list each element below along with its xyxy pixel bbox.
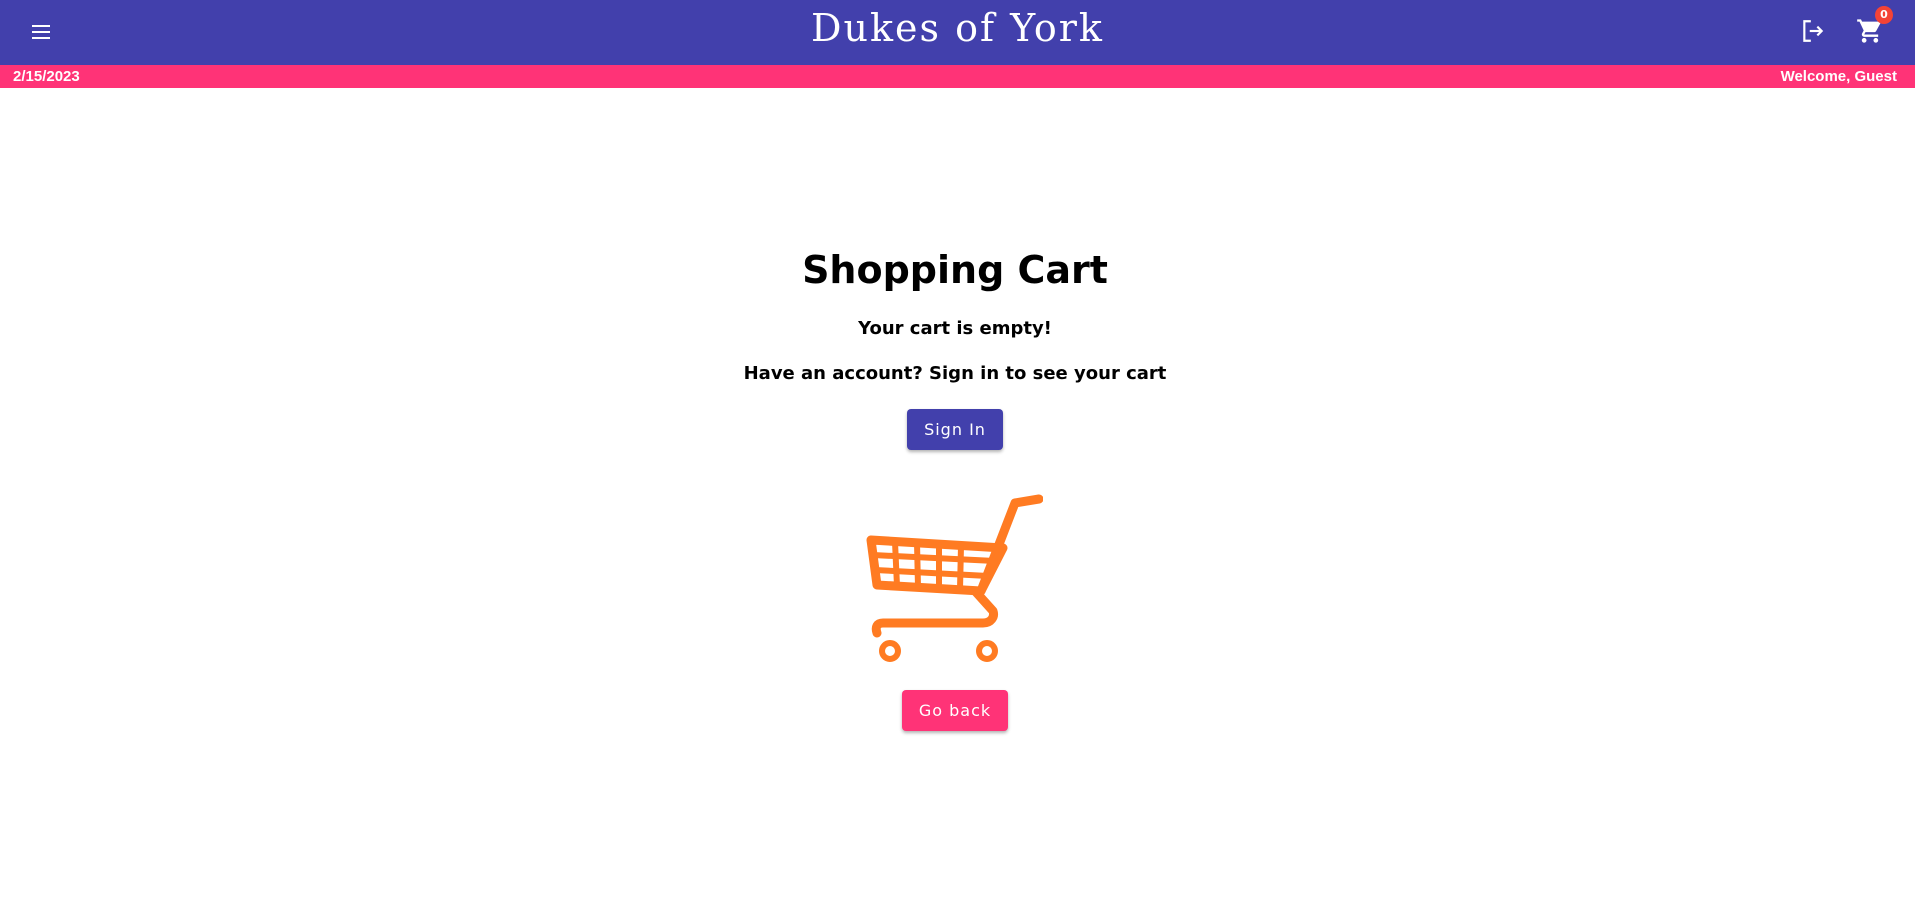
cart-count-badge: 0 [1875,6,1893,24]
page-title: Shopping Cart [802,248,1108,292]
status-date: 2/15/2023 [13,68,80,85]
go-back-button[interactable]: Go back [902,690,1008,731]
brand-title[interactable]: Dukes of York [0,6,1915,50]
logout-button[interactable] [1796,14,1830,48]
sign-in-button[interactable]: Sign In [907,409,1003,450]
top-app-bar: Dukes of York 0 [0,0,1915,65]
empty-cart-illustration [866,494,1043,662]
logout-icon [1803,20,1824,42]
status-bar: 2/15/2023 Welcome, Guest [0,65,1915,88]
cart-page: Shopping Cart Your cart is empty! Have a… [0,88,1915,900]
cart-button[interactable]: 0 [1851,6,1893,50]
sign-in-prompt: Have an account? Sign in to see your car… [743,363,1167,384]
empty-cart-message: Your cart is empty! [858,318,1052,339]
welcome-message: Welcome, Guest [1780,68,1897,85]
